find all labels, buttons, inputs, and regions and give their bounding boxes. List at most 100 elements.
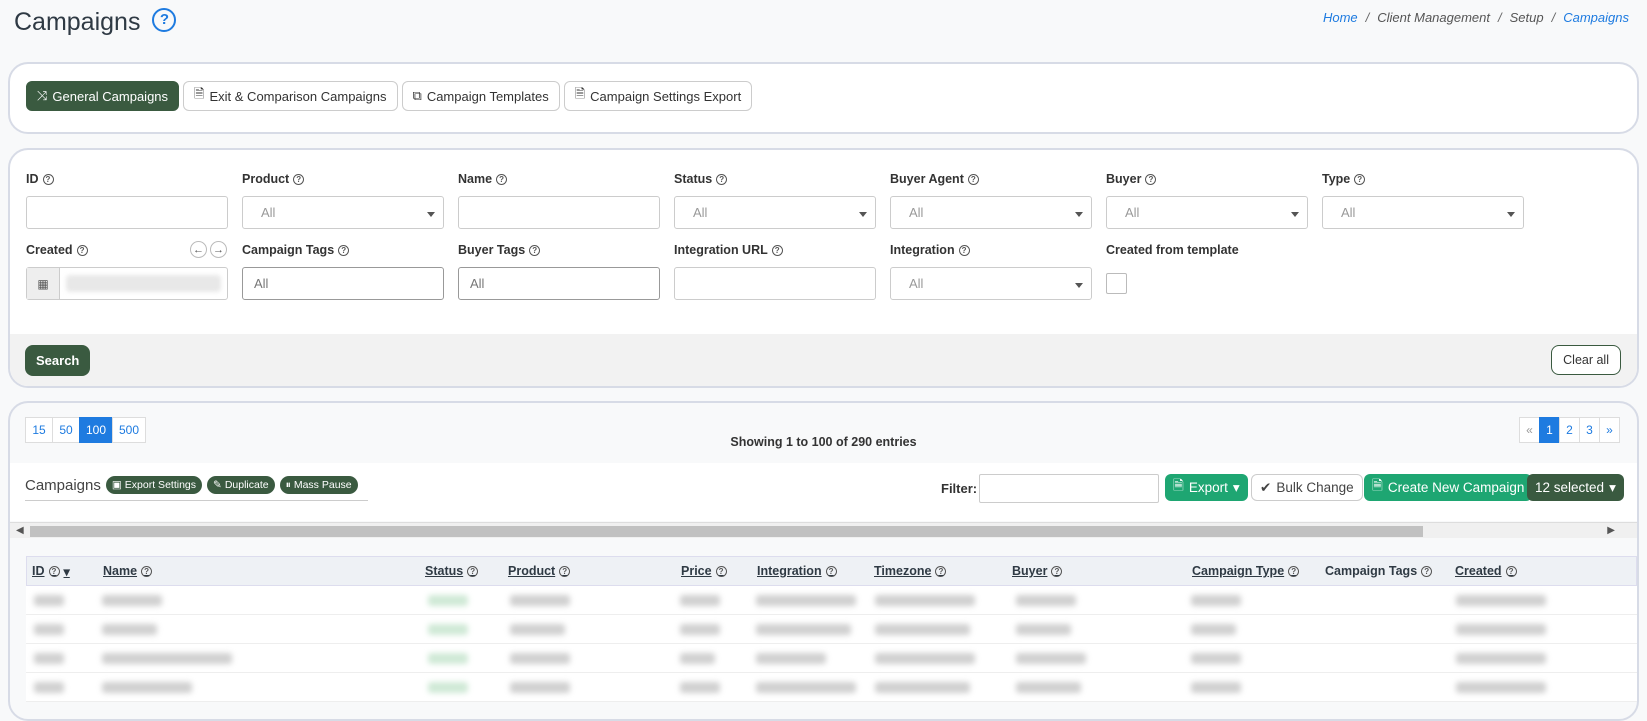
buyer-tags-input[interactable]: All [458,267,660,300]
breadcrumb-home[interactable]: Home [1323,10,1358,25]
horizontal-scrollbar[interactable]: ◀ ▶ [10,522,1637,538]
help-icon[interactable]: ? [771,244,783,256]
buyer-select[interactable]: All [1106,196,1308,229]
col-campaign-type[interactable]: Campaign Type? [1192,564,1300,578]
export-button[interactable]: 🗎 Export ▾ [1165,474,1248,501]
create-new-campaign-button[interactable]: 🗎 Create New Campaign [1364,474,1533,501]
col-created[interactable]: Created? [1455,564,1517,578]
filter-label-name: Name? [458,172,508,186]
tab-label: General Campaigns [52,88,169,104]
search-button[interactable]: Search [25,345,91,376]
help-icon: ? [1288,565,1300,577]
help-icon: ? [715,565,727,577]
breadcrumb-separator: / [1498,10,1502,25]
filter-label-created-from-template: Created from template [1106,243,1239,257]
tab-campaign-templates[interactable]: ⧉ Campaign Templates [401,81,560,111]
page-title-text: Campaigns [14,8,141,36]
col-price[interactable]: Price? [681,564,727,578]
caret-down-icon: ▾ [1232,479,1240,495]
filter-label-type: Type? [1322,172,1366,186]
page-next[interactable]: » [1599,417,1620,443]
help-icon[interactable]: ? [958,244,970,256]
created-date-range[interactable]: ▦ [26,267,228,300]
help-icon[interactable]: ? [529,244,541,256]
page-1[interactable]: 1 [1539,417,1560,443]
created-from-template-checkbox[interactable] [1106,273,1127,294]
caret-down-icon: ▾ [1609,479,1616,495]
table-title-text: Campaigns [25,476,101,494]
campaign-tags-input[interactable]: All [242,267,444,300]
help-icon[interactable]: ? [293,173,305,185]
scroll-right-icon[interactable]: ▶ [1607,525,1615,536]
filters-card: ID? Product? Name? Status? Buyer Agent? … [8,148,1639,388]
help-icon[interactable]: ? [1145,173,1157,185]
scroll-thumb[interactable] [30,526,1423,537]
buyer-agent-select[interactable]: All [890,196,1092,229]
col-integration[interactable]: Integration? [757,564,837,578]
table-row[interactable] [26,586,1637,615]
copy-icon: ⧉ [412,88,422,103]
col-product[interactable]: Product? [508,564,571,578]
help-icon[interactable]: ? [1354,173,1366,185]
id-input[interactable] [26,196,228,229]
page-2[interactable]: 2 [1559,417,1580,443]
name-input[interactable] [458,196,660,229]
col-timezone[interactable]: Timezone? [874,564,947,578]
duplicate-button[interactable]: ✎ Duplicate [207,476,275,494]
help-icon[interactable]: ? [42,173,54,185]
help-icon: ? [48,565,60,577]
pagination: « 1 2 3 » [1519,417,1620,443]
tab-general-campaigns[interactable]: ⤨ General Campaigns [26,81,180,111]
col-name[interactable]: Name? [103,564,153,578]
table-row[interactable] [26,644,1637,673]
scroll-left-icon[interactable]: ◀ [16,525,24,536]
edit-icon: ✎ [213,479,222,491]
table-row[interactable] [26,673,1637,702]
table-row[interactable] [26,615,1637,644]
help-icon[interactable]: ? [496,173,508,185]
mass-pause-button[interactable]: ⏸ Mass Pause [279,476,358,494]
file-export-icon: 🗎 [574,86,586,101]
help-icon: ? [1505,565,1517,577]
table-title: Campaigns ▣ Export Settings ✎ Duplicate ⏸ M… [25,476,368,501]
help-icon[interactable]: ? [152,7,177,32]
selected-columns-dropdown[interactable]: 12 selected ▾ [1527,474,1624,501]
breadcrumb-client-management: Client Management [1377,10,1490,25]
calendar-icon[interactable]: ▦ [27,268,60,299]
col-id[interactable]: ID? ▾ [32,564,70,579]
status-select[interactable]: All [674,196,876,229]
tab-exit-comparison-campaigns[interactable]: 🗎 Exit & Comparison Campaigns [183,81,398,111]
arrow-right-icon[interactable]: → [210,241,227,258]
filter-label-buyer: Buyer? [1106,172,1157,186]
product-select[interactable]: All [242,196,444,229]
pause-icon: ⏸ [285,478,291,491]
page-3[interactable]: 3 [1579,417,1600,443]
help-icon[interactable]: ? [716,173,728,185]
help-icon: ? [141,565,153,577]
tab-campaign-settings-export[interactable]: 🗎 Campaign Settings Export [563,81,753,111]
results-card: 15 50 100 500 Showing 1 to 100 of 290 en… [8,401,1639,721]
help-icon[interactable]: ? [338,244,350,256]
col-buyer[interactable]: Buyer? [1012,564,1063,578]
type-select[interactable]: All [1322,196,1524,229]
tab-label: Campaign Settings Export [590,88,742,104]
filter-label-product: Product? [242,172,305,186]
clear-all-button[interactable]: Clear all [1551,345,1621,375]
filter-label-campaign-tags: Campaign Tags? [242,243,350,257]
table-header: ID? ▾ Name? Status? Product? Price? Integ… [26,556,1637,586]
entries-info: Showing 1 to 100 of 290 entries [730,435,917,449]
page-title: Campaigns ? [14,7,177,37]
integration-select[interactable]: All [890,267,1092,300]
export-settings-button[interactable]: ▣ Export Settings [105,476,202,494]
arrow-left-icon[interactable]: ← [190,241,207,258]
integration-url-input[interactable] [674,267,876,300]
help-icon[interactable]: ? [76,244,88,256]
help-icon[interactable]: ? [967,173,979,185]
filter-label-id: ID? [26,172,54,186]
breadcrumb-campaigns[interactable]: Campaigns [1563,10,1629,25]
page-prev[interactable]: « [1519,417,1540,443]
filter-input[interactable] [979,474,1159,503]
col-status[interactable]: Status? [425,564,479,578]
bulk-change-button[interactable]: ✔ Bulk Change [1251,474,1363,501]
help-icon: ? [1051,565,1063,577]
